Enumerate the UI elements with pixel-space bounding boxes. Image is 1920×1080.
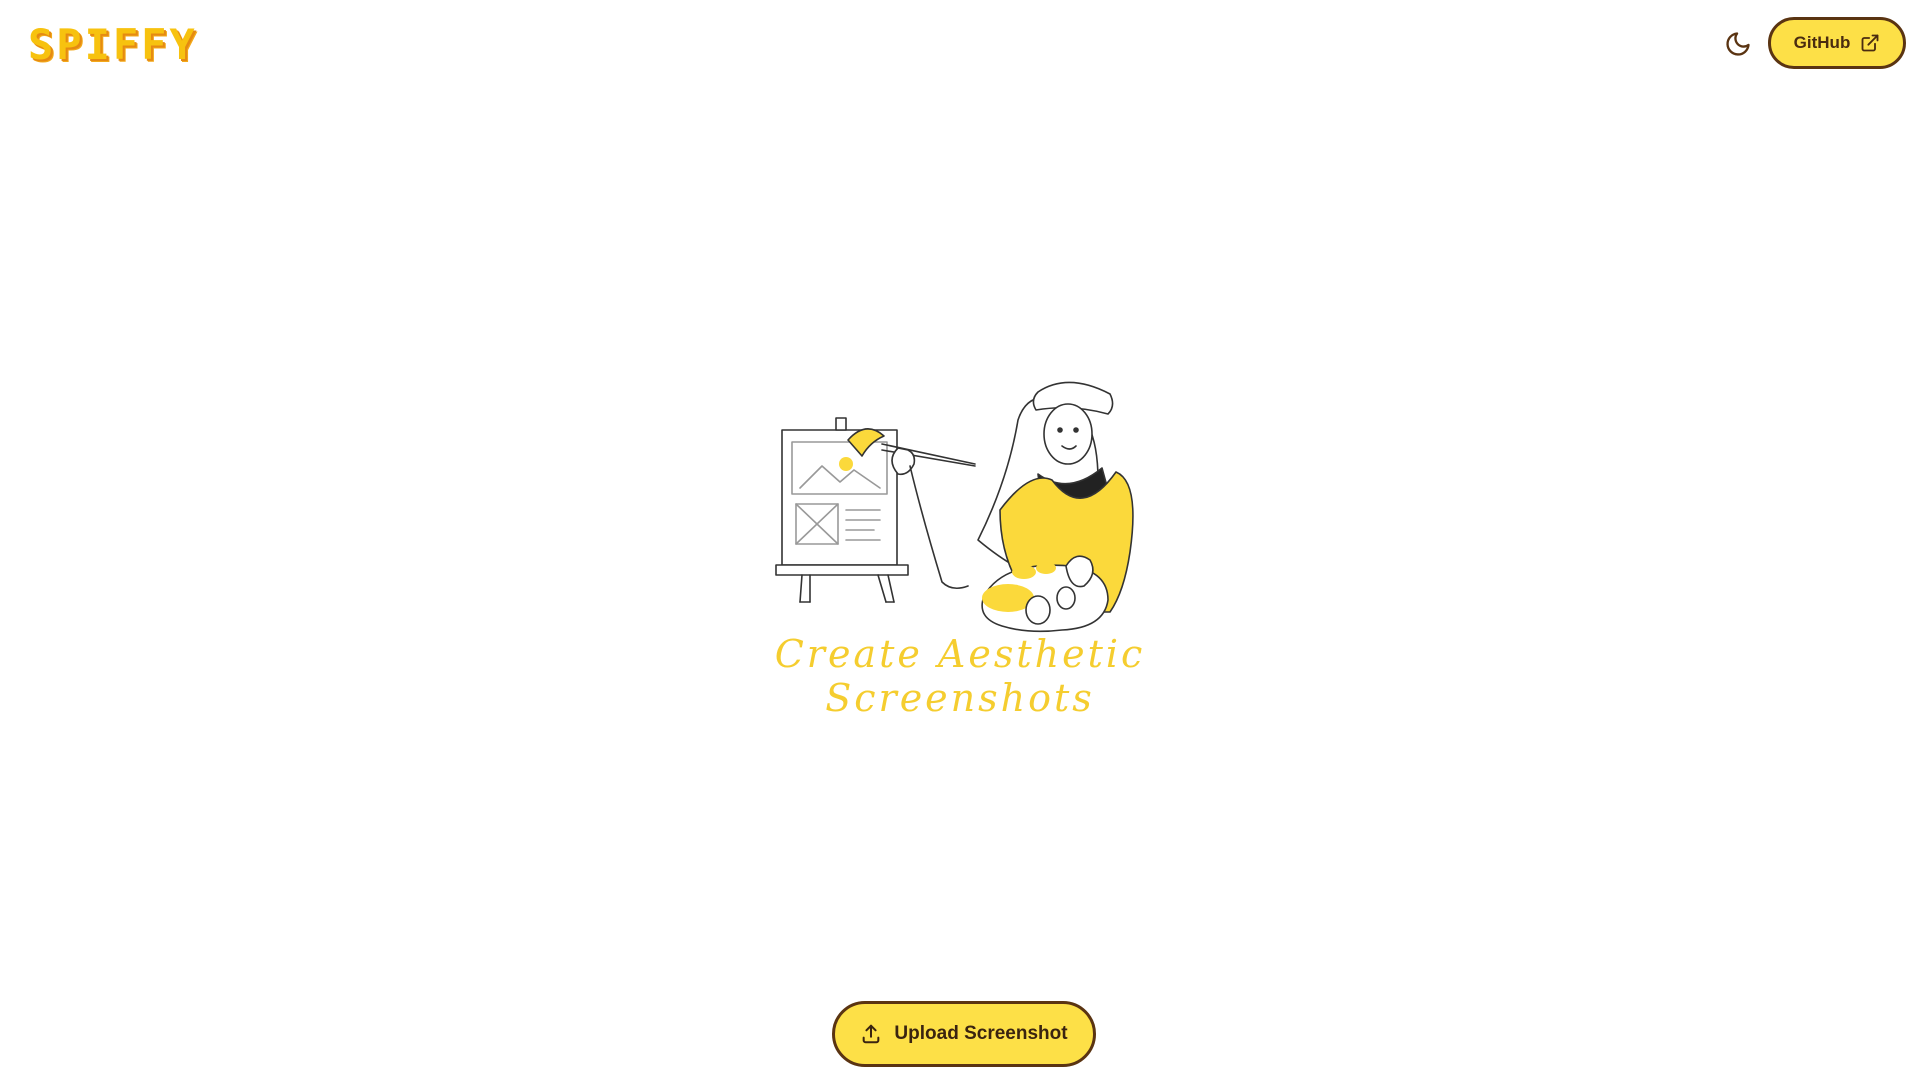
logo[interactable]: SPIFFY bbox=[28, 24, 198, 66]
painter-at-easel-illustration bbox=[775, 381, 1134, 633]
tagline: Create Aesthetic Screenshots bbox=[774, 632, 1146, 720]
external-link-icon bbox=[1861, 34, 1879, 52]
github-button-label: GitHub bbox=[1793, 33, 1851, 52]
moon-icon bbox=[1726, 32, 1750, 56]
upload-screenshot-button[interactable]: Upload Screenshot bbox=[832, 1001, 1096, 1067]
upload-screenshot-label: Upload Screenshot bbox=[894, 1023, 1068, 1044]
app-page: SPIFFY GitHub Create Aesthetic Screensho… bbox=[0, 0, 1920, 1080]
upload-icon bbox=[863, 1024, 880, 1044]
theme-toggle-button[interactable] bbox=[1722, 28, 1754, 60]
github-button[interactable]: GitHub bbox=[1768, 17, 1906, 69]
